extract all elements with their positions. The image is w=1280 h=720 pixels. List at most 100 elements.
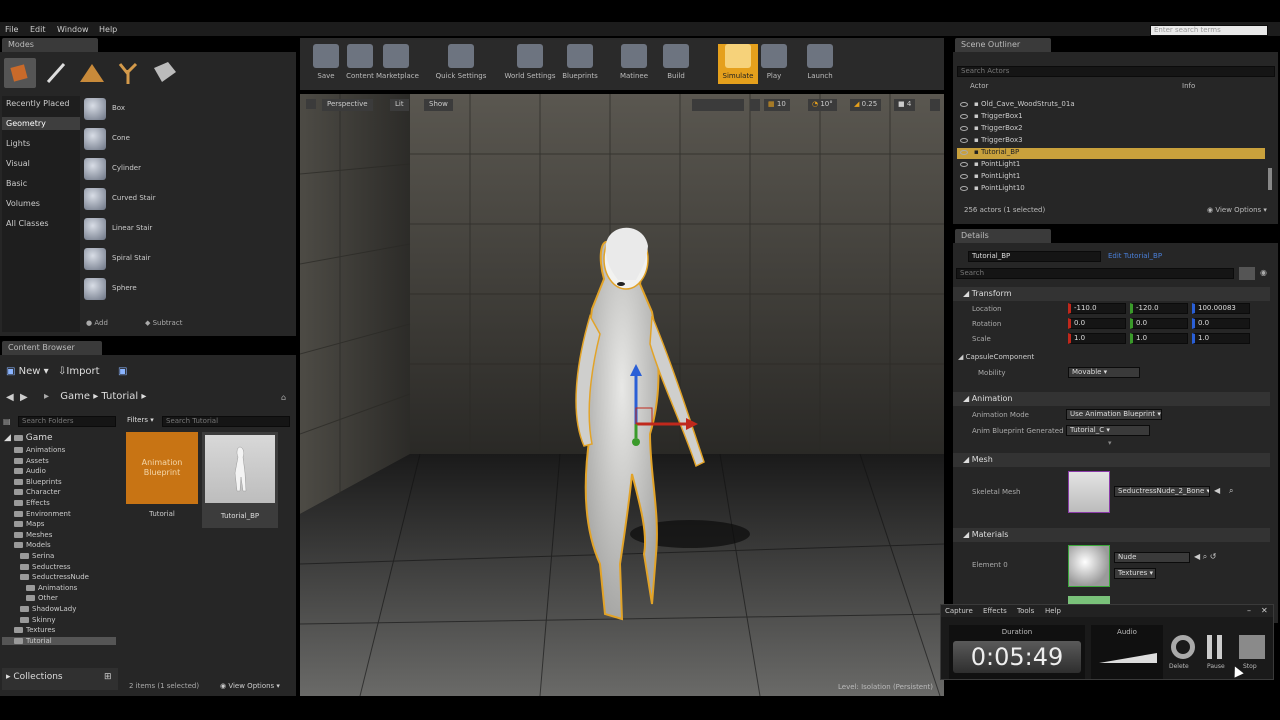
scale-x-field[interactable]: 1.0	[1068, 333, 1126, 344]
search-actors-input[interactable]: Search Actors	[957, 66, 1275, 77]
search-folders-input[interactable]: Search Folders	[18, 416, 116, 427]
folder-item[interactable]: Other	[26, 594, 58, 602]
location-y-field[interactable]: -120.0	[1130, 303, 1188, 314]
toolbar-play-button[interactable]: Play	[754, 44, 794, 84]
toolbar-blueprints-button[interactable]: Blueprints	[560, 44, 600, 84]
recorder-minimize-icon[interactable]: –	[1247, 606, 1251, 615]
landscape-mode-icon[interactable]	[76, 58, 108, 88]
animation-mode-dropdown[interactable]: Use Animation Blueprint ▾	[1066, 409, 1162, 420]
anim-blueprint-dropdown[interactable]: Tutorial_C ▾	[1066, 425, 1150, 436]
folder-item[interactable]: Character	[14, 488, 61, 496]
material-use-selected-icon[interactable]: ◀ ⌕ ↺	[1194, 552, 1216, 562]
details-view-options-icon[interactable]: ◉	[1260, 268, 1267, 277]
camera-speed-button[interactable]: ■ 4	[894, 99, 916, 111]
paint-mode-icon[interactable]	[40, 58, 72, 88]
recorder-menu-help[interactable]: Help	[1045, 607, 1061, 615]
scale-label[interactable]: Scale	[972, 335, 991, 343]
folder-item[interactable]: Serina	[20, 552, 54, 560]
pause-icon-bar[interactable]	[1217, 635, 1222, 659]
coordinate-space-button[interactable]	[750, 99, 760, 111]
cb-view-options-button[interactable]: ◉ View Options ▾	[220, 682, 280, 690]
folder-item[interactable]: Tutorial	[2, 636, 116, 645]
outliner-row[interactable]: ▪ TriggerBox2	[957, 124, 1265, 135]
placeable-curved-stair[interactable]: Curved Stair	[84, 186, 290, 212]
toolbar-world-settings-button[interactable]: World Settings	[502, 44, 558, 84]
toolbar-quick-settings-button[interactable]: Quick Settings	[430, 44, 492, 84]
search-assets-input[interactable]: Search Tutorial	[162, 416, 290, 427]
location-z-field[interactable]: 100.00083	[1192, 303, 1250, 314]
foliage-mode-icon[interactable]	[112, 58, 144, 88]
new-asset-button[interactable]: ▣ New ▾	[6, 366, 49, 377]
add-brush-button[interactable]: ● Add	[86, 319, 108, 327]
history-back-button[interactable]: ◀	[6, 392, 14, 403]
mode-category-all-classes[interactable]: All Classes	[6, 219, 49, 228]
maximize-viewport-button[interactable]	[930, 99, 940, 111]
visibility-eye-icon[interactable]	[960, 125, 968, 131]
col-info-header[interactable]: Info	[1182, 82, 1195, 90]
location-x-field[interactable]: -110.0	[1068, 303, 1126, 314]
placeable-sphere[interactable]: Sphere	[84, 276, 290, 302]
folder-item[interactable]: ShadowLady	[20, 605, 76, 613]
folder-item[interactable]: Audio	[14, 467, 46, 475]
material-dropdown[interactable]: Nude	[1114, 552, 1190, 563]
edit-blueprint-link[interactable]: Edit Tutorial_BP	[1108, 252, 1162, 260]
grid-snap-button[interactable]: ▦ 10	[764, 99, 790, 111]
toolbar-build-button[interactable]: Build	[656, 44, 696, 84]
menu-edit[interactable]: Edit	[30, 25, 46, 34]
recorder-menu-effects[interactable]: Effects	[983, 607, 1007, 615]
details-search-input[interactable]: Search	[956, 268, 1234, 279]
rotation-z-field[interactable]: 0.0	[1192, 318, 1250, 329]
content-browser-tab[interactable]: Content Browser	[2, 341, 102, 355]
outliner-view-options-button[interactable]: ◉ View Options ▾	[1207, 206, 1267, 214]
use-selected-arrow-icon[interactable]: ◀	[1214, 486, 1220, 495]
outliner-row[interactable]: ▪ PointLight1	[957, 172, 1265, 183]
actor-name-field[interactable]: Tutorial_BP	[968, 251, 1101, 262]
documentation-search-input[interactable]: Enter search terms	[1150, 25, 1268, 36]
toolbar-simulate-button[interactable]: Simulate	[718, 44, 758, 84]
place-mode-icon[interactable]	[4, 58, 36, 88]
visibility-eye-icon[interactable]	[960, 149, 968, 155]
outliner-row[interactable]: ▪ PointLight10	[957, 184, 1265, 195]
geometry-mode-icon[interactable]	[148, 58, 180, 88]
asset-tile-tutorial-bp[interactable]: Tutorial_BP	[202, 432, 278, 528]
visibility-eye-icon[interactable]	[960, 101, 968, 107]
mode-category-lights[interactable]: Lights	[6, 139, 30, 148]
folder-item[interactable]: Assets	[14, 457, 49, 465]
col-actor-header[interactable]: Actor	[970, 82, 988, 90]
scale-y-field[interactable]: 1.0	[1130, 333, 1188, 344]
lit-dropdown[interactable]: Lit	[390, 99, 409, 111]
menu-window[interactable]: Window	[57, 25, 89, 34]
mode-category-basic[interactable]: Basic	[6, 179, 27, 188]
placeable-box[interactable]: Box	[84, 96, 290, 122]
outliner-row[interactable]: ▪ TriggerBox3	[957, 136, 1265, 147]
placeable-spiral-stair[interactable]: Spiral Stair	[84, 246, 290, 272]
folder-toggle-icon[interactable]: ▤	[3, 417, 11, 426]
menu-help[interactable]: Help	[99, 25, 117, 34]
browse-search-icon[interactable]: ⌕	[1229, 486, 1233, 496]
menu-file[interactable]: File	[5, 25, 18, 34]
animation-section-header[interactable]: ◢ Animation	[953, 392, 1270, 406]
outliner-scrollbar[interactable]	[1268, 168, 1272, 190]
mesh-section-header[interactable]: ◢ Mesh	[953, 453, 1270, 467]
capsule-component-header[interactable]: ◢ CapsuleComponent	[958, 353, 1034, 361]
folder-item[interactable]: Seductress	[20, 563, 71, 571]
toolbar-launch-button[interactable]: Launch	[800, 44, 840, 84]
expand-advanced-icon[interactable]: ▾	[1108, 439, 1112, 447]
rotation-snap-button[interactable]: ◔ 10°	[808, 99, 837, 111]
rotation-label[interactable]: Rotation	[972, 320, 1001, 328]
level-viewport[interactable]	[300, 94, 944, 696]
mode-category-volumes[interactable]: Volumes	[6, 199, 40, 208]
breadcrumb-tutorial[interactable]: Tutorial	[101, 391, 138, 402]
placeable-cone[interactable]: Cone	[84, 126, 290, 152]
visibility-eye-icon[interactable]	[960, 161, 968, 167]
save-all-button[interactable]: ▣	[118, 366, 127, 377]
history-forward-button[interactable]: ▶	[20, 392, 28, 403]
audio-level-icon[interactable]	[1099, 647, 1157, 667]
toolbar-content-button[interactable]: Content	[340, 44, 380, 84]
materials-section-header[interactable]: ◢ Materials	[953, 528, 1270, 542]
folder-item[interactable]: Environment	[14, 510, 71, 518]
breadcrumb-game[interactable]: Game	[60, 391, 90, 402]
skeletal-mesh-dropdown[interactable]: SeductressNude_2_Bone ▾	[1114, 486, 1210, 497]
property-matrix-icon[interactable]	[1239, 267, 1255, 280]
stop-icon[interactable]	[1239, 635, 1265, 659]
